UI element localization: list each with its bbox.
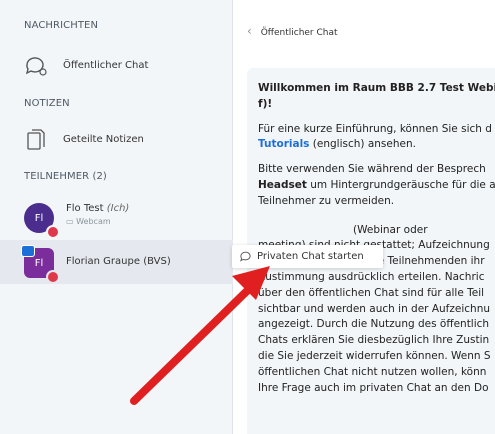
shared-notes-label: Geteilte Notizen: [63, 134, 144, 145]
start-private-chat-label: Privaten Chat starten: [257, 251, 364, 262]
presenter-icon: [21, 245, 35, 257]
participants-section-title: TEILNEHMER (2): [24, 171, 107, 182]
sidebar: NACHRICHTEN Öffentlicher Chat NOTIZEN Ge…: [0, 0, 233, 434]
muted-mic-badge: [46, 225, 60, 239]
chat-bubble-icon: [240, 251, 251, 262]
notes-section-title: NOTIZEN: [24, 98, 70, 109]
start-private-chat-menu-item[interactable]: Privaten Chat starten: [232, 245, 383, 268]
avatar: Fl: [24, 203, 60, 239]
public-chat-label: Öffentlicher Chat: [63, 60, 149, 71]
participant-webcam-status: ▭ Webcam: [66, 217, 111, 226]
sidebar-item-shared-notes[interactable]: Geteilte Notizen: [0, 120, 233, 160]
chat-title: Öffentlicher Chat: [260, 28, 338, 38]
participant-row[interactable]: Fl Flo Test (Ich) ▭ Webcam: [0, 194, 233, 239]
welcome-message: Willkommen im Raum BBB 2.7 Test Webina f…: [258, 82, 495, 394]
chevron-left-icon: ‹: [247, 24, 252, 38]
participant-row-selected[interactable]: Fl Florian Graupe (BVS): [0, 240, 233, 284]
participant-name: Flo Test (Ich): [66, 203, 130, 214]
notes-icon: [27, 129, 45, 150]
sidebar-item-public-chat[interactable]: Öffentlicher Chat: [0, 46, 233, 86]
muted-mic-badge: [46, 270, 60, 284]
chat-bubble-icon: [25, 57, 47, 76]
tutorials-link[interactable]: Tutorials: [258, 138, 309, 150]
messages-section-title: NACHRICHTEN: [24, 20, 99, 31]
avatar: Fl: [21, 245, 60, 284]
chat-header[interactable]: ‹ Öffentlicher Chat: [247, 24, 338, 38]
participant-name: Florian Graupe (BVS): [66, 256, 171, 267]
webcam-icon: ▭: [66, 217, 77, 226]
